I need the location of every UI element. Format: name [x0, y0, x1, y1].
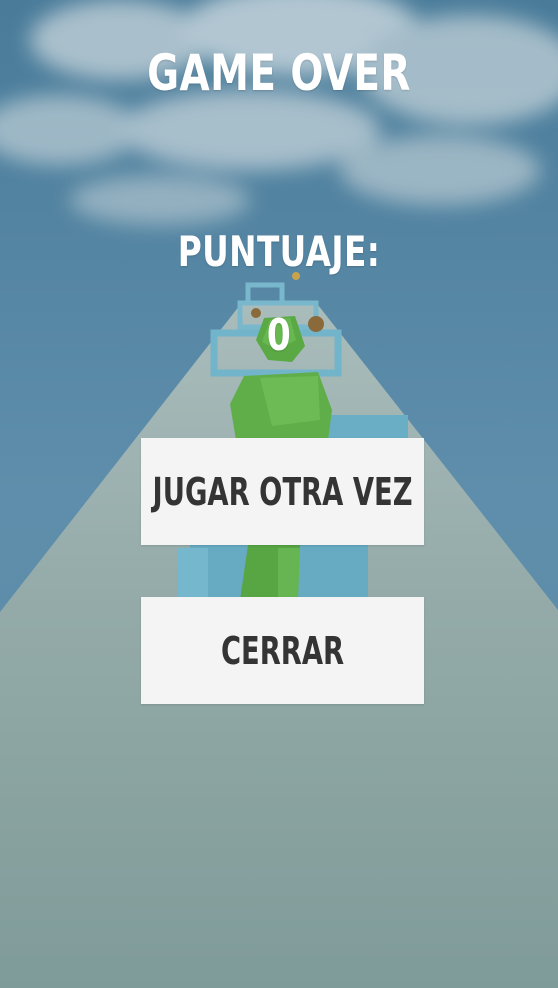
close-button[interactable]: CERRAR: [141, 597, 424, 704]
close-label: CERRAR: [220, 628, 345, 673]
score-label: PUNTUAJE:: [177, 227, 381, 276]
play-again-label: JUGAR OTRA VEZ: [152, 469, 413, 514]
play-again-button[interactable]: JUGAR OTRA VEZ: [141, 438, 424, 545]
game-over-title: GAME OVER: [147, 44, 411, 102]
game-over-screen: GAME OVER PUNTUAJE: 0 JUGAR OTRA VEZ CER…: [0, 0, 558, 988]
score-value: 0: [266, 310, 292, 361]
